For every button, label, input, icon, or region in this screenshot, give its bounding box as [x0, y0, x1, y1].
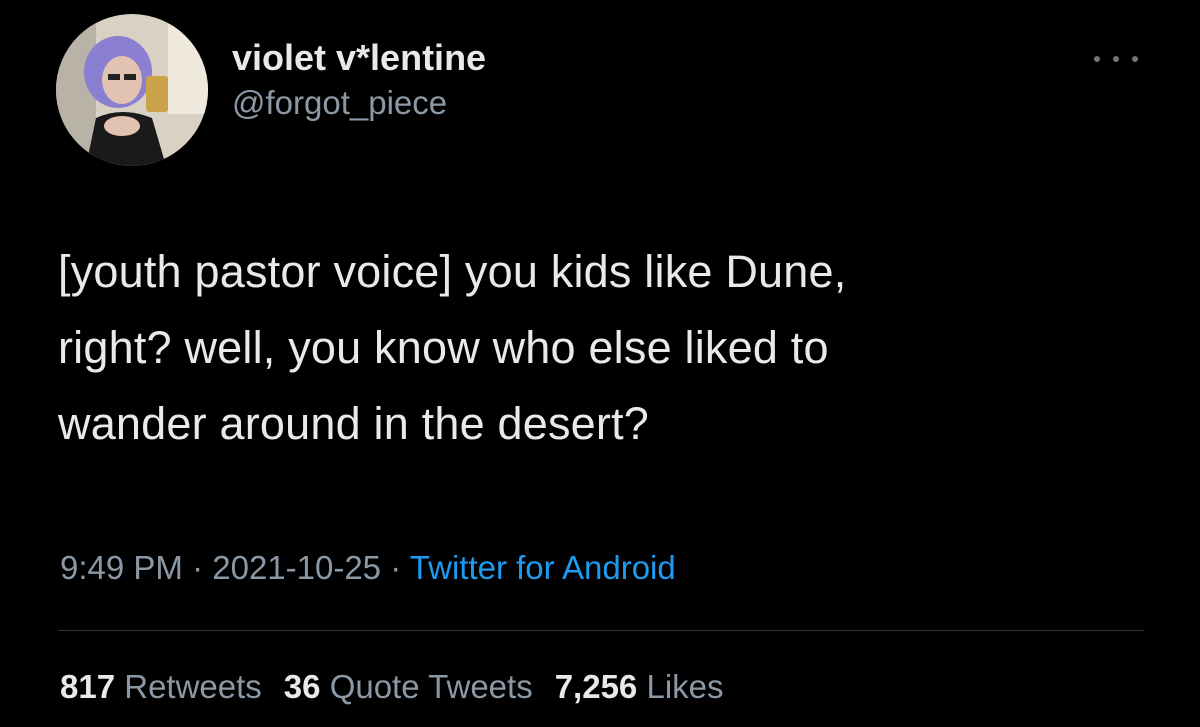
tweet-time[interactable]: 9:49 PM [60, 549, 183, 586]
likes-stat[interactable]: 7,256 Likes [555, 664, 724, 710]
likes-count: 7,256 [554, 668, 638, 705]
dot [1132, 56, 1138, 62]
retweets-label: Retweets [124, 668, 262, 705]
tweet-source-link[interactable]: Twitter for Android [410, 549, 676, 586]
tweet-card: violet v*lentine @forgot_piece [youth pa… [0, 0, 1200, 727]
tweet-text-line: wander around in the desert? [58, 398, 649, 449]
meta-separator: · [381, 549, 410, 586]
tweet-date[interactable]: 2021-10-25 [212, 549, 381, 586]
likes-label: Likes [646, 668, 724, 705]
avatar[interactable] [56, 14, 208, 166]
tweet-stats: 817 Retweets 36 Quote Tweets 7,256 Likes [60, 664, 746, 710]
user-names: violet v*lentine @forgot_piece [232, 37, 486, 123]
tweet-text: [youth pastor voice] you kids like Dune,… [58, 234, 1158, 462]
retweets-count: 817 [60, 668, 116, 705]
retweets-stat[interactable]: 817 Retweets [60, 664, 262, 710]
quote-tweets-stat[interactable]: 36 Quote Tweets [284, 664, 533, 710]
meta-separator: · [182, 549, 213, 586]
tweet-meta: 9:49 PM · 2021-10-25 · Twitter for Andro… [60, 544, 676, 592]
tweet-text-line: right? well, you know who else liked to [58, 322, 829, 373]
user-handle[interactable]: @forgot_piece [232, 83, 486, 123]
tweet-header: violet v*lentine @forgot_piece [56, 14, 486, 166]
divider [58, 630, 1144, 631]
quote-tweets-label: Quote Tweets [329, 668, 533, 705]
dot [1113, 56, 1119, 62]
avatar-image [56, 14, 208, 166]
more-options-icon[interactable] [1094, 44, 1138, 74]
display-name[interactable]: violet v*lentine [232, 37, 486, 79]
tweet-text-line: [youth pastor voice] you kids like Dune, [58, 246, 847, 297]
quote-tweets-count: 36 [283, 668, 321, 705]
dot [1094, 56, 1100, 62]
